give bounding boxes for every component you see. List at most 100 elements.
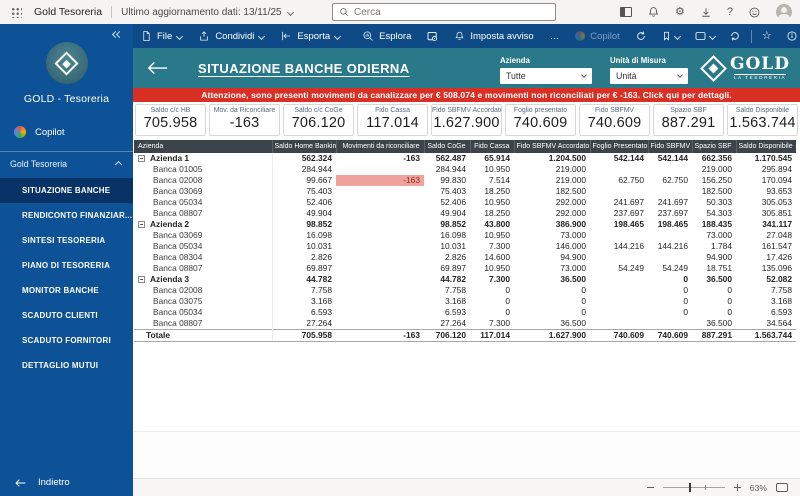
side-pane-icon[interactable] [620, 7, 632, 17]
table-row[interactable]: Banca 05034 52.406 52.406 10.950 292.000 241.… [134, 197, 796, 208]
cell: 0 [581, 296, 586, 306]
share-menu[interactable]: Condividi [190, 24, 272, 48]
reset-view-icon[interactable] [628, 24, 654, 48]
column-header[interactable]: Fido SBFMV [647, 140, 692, 153]
sidebar-item-sintesi-tesoreria[interactable]: SINTESI TESORERIA [0, 228, 133, 253]
cell: 135.096 [761, 263, 792, 273]
waffle-menu-icon[interactable] [11, 6, 22, 18]
user-avatar[interactable] [776, 4, 792, 20]
search-box[interactable] [332, 3, 556, 21]
table-row[interactable]: Banca 02008 7.758 7.758 0 0 0 0 7.758 [134, 285, 796, 296]
fit-to-page-icon[interactable] [776, 483, 788, 492]
column-header[interactable]: Fido SBFMV Accordato [513, 140, 590, 153]
column-header[interactable]: Saldo CoGe [423, 140, 470, 153]
export-icon [282, 31, 291, 41]
chevron-down-icon [581, 71, 587, 78]
collapse-expander-icon[interactable] [138, 155, 145, 162]
cell: 887.291 [692, 329, 736, 342]
zoom-in-icon[interactable] [733, 484, 741, 491]
sidebar-item-monitor-banche[interactable]: MONITOR BANCHE [0, 278, 133, 303]
table-row[interactable]: Banca 08807 49.904 49.904 18.250 292.000 237.… [134, 208, 796, 219]
data-updated-dropdown[interactable]: Ultimo aggiornamento dati: 13/11/25 [121, 7, 294, 18]
total-row: Totale 705.958 -163 706.120 117.014 1.627.900… [134, 329, 796, 342]
settings-gear-icon[interactable]: ⚙ [675, 6, 685, 18]
sidebar-item-copilot[interactable]: Copilot [0, 122, 133, 142]
cell: 706.120 [424, 329, 470, 342]
feedback-icon[interactable] [748, 6, 761, 19]
azienda-dropdown[interactable]: Tutte [499, 67, 592, 84]
bookmarks-menu[interactable] [654, 24, 687, 48]
page-back-button[interactable] [146, 60, 168, 76]
cell: 73.000 [560, 263, 586, 273]
table-row[interactable]: Azienda 2 98.852 98.852 43.800 386.900 198.46… [134, 219, 796, 230]
collapse-sidebar-icon[interactable] [111, 30, 124, 40]
column-header[interactable]: Saldo Home Banking [271, 140, 336, 153]
copilot-button[interactable]: Copilot [567, 24, 628, 48]
table-row[interactable]: Banca 08304 2.826 2.826 14.600 94.900 94.900 1… [134, 252, 796, 263]
status-bar: 63% [133, 478, 800, 496]
notifications-bell-icon[interactable] [647, 5, 660, 19]
table-row[interactable]: Banca 03075 3.168 3.168 0 0 0 0 3.168 [134, 296, 796, 307]
more-options-button[interactable]: … [542, 24, 568, 48]
table-row[interactable]: Banca 05034 6.593 6.593 0 0 0 0 6.593 [134, 307, 796, 318]
row-label: Totale [134, 329, 273, 342]
column-header[interactable]: Azienda [134, 140, 272, 153]
view-menu[interactable] [687, 24, 722, 48]
explore-button[interactable]: Esplora [354, 24, 419, 48]
set-alert-button[interactable]: Imposta avviso [446, 24, 541, 48]
cell [336, 241, 424, 252]
sidebar-item-scaduto-fornitori[interactable]: SCADUTO FORNITORI [0, 328, 133, 353]
column-header[interactable]: Foglio Presentato [589, 140, 648, 153]
metrics-icon[interactable] [419, 24, 446, 48]
table-row[interactable]: Azienda 1 562.324 -163 562.487 65.914 1.204.5… [134, 153, 796, 164]
table-row[interactable]: Banca 08807 69.897 69.897 10.950 73.000 54.24… [134, 263, 796, 274]
info-icon[interactable] [779, 24, 800, 48]
sidebar-item-rendiconto-finanziar[interactable]: RENDICONTO FINANZIAR... [0, 203, 133, 228]
alert-banner[interactable]: Attenzione, sono presenti movimenti da c… [133, 88, 800, 102]
favorite-star-icon[interactable]: ☆ [755, 24, 779, 48]
collapse-expander-icon[interactable] [138, 276, 145, 283]
table-row[interactable]: Banca 05034 10.031 10.031 7.300 146.000 144.2… [134, 241, 796, 252]
unita-dropdown[interactable]: Unità [609, 67, 688, 84]
cell: 7.758 [311, 285, 332, 295]
sidebar-item-scaduto-clienti[interactable]: SCADUTO CLIENTI [0, 303, 133, 328]
topbar-actions: ⚙ ? [620, 0, 792, 24]
refresh-icon[interactable] [722, 24, 748, 48]
table-row[interactable]: Banca 08807 27.264 27.264 7.300 36.500 36.500… [134, 318, 796, 330]
row-label: Banca 05034 [134, 307, 273, 318]
column-header[interactable]: Fido Cassa [469, 140, 514, 153]
column-header[interactable]: Movimenti da riconciliare [335, 140, 424, 153]
column-header[interactable]: Saldo Disponibile [735, 140, 796, 153]
sidebar-item-situazione-banche[interactable]: SITUAZIONE BANCHE [0, 178, 133, 203]
table-row[interactable]: Banca 01005 284.944 284.944 10.950 219.000 21… [134, 164, 796, 175]
cell: 241.697 [613, 197, 644, 207]
download-icon[interactable] [700, 6, 712, 19]
table-row[interactable]: Banca 03069 75.403 75.403 18.250 182.500 182.… [134, 186, 796, 197]
export-menu[interactable]: Esporta [272, 24, 348, 48]
search-input[interactable] [354, 6, 549, 18]
sidebar-group-header[interactable]: Gold Tesoreria [0, 152, 133, 176]
collapse-expander-icon[interactable] [138, 221, 145, 228]
table-row[interactable]: Banca 03069 16.098 16.098 10.950 73.000 73.00… [134, 230, 796, 241]
cell [336, 296, 424, 307]
kpi-label: Saldo c/c CoGe [294, 107, 343, 114]
file-menu[interactable]: File [133, 24, 190, 48]
zoom-slider[interactable] [662, 483, 725, 492]
kpi-value: -163 [229, 115, 260, 131]
column-header[interactable]: Spazio SBF [691, 140, 736, 153]
unita-filter: Unità di Misura Unità [609, 56, 688, 84]
cell: 198.465 [613, 219, 644, 229]
zoom-out-icon[interactable] [646, 484, 654, 491]
cell: 36.500 [560, 318, 586, 328]
table-row[interactable]: Azienda 3 44.782 44.782 7.300 36.500 0 36.500 5… [134, 274, 796, 285]
help-icon[interactable]: ? [727, 6, 733, 18]
back-button[interactable]: Indietro [0, 477, 133, 488]
sidebar-item-piano-di-tesoreria[interactable]: PIANO DI TESORERIA [0, 253, 133, 278]
kpi-card: Spazio SBF 887.291 [653, 104, 724, 136]
app-title[interactable]: Gold Tesoreria [34, 6, 102, 18]
sidebar-item-dettaglio-mutui[interactable]: DETTAGLIO MUTUI [0, 353, 133, 378]
kpi-card: Fido Cassa 117.014 [357, 104, 428, 136]
cell [336, 274, 424, 285]
table-row[interactable]: Banca 02008 99.667 -163 99.830 7.514 219.000 6… [134, 175, 796, 186]
row-label: Azienda 2 [134, 219, 273, 230]
